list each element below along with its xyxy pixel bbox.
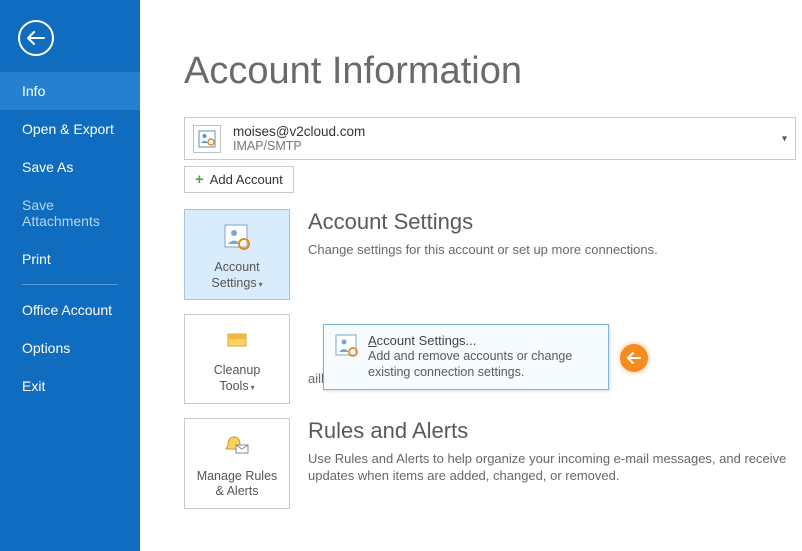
manage-rules-label2: & Alerts [215, 484, 258, 498]
arrow-left-icon [627, 352, 641, 364]
flyout-title: Account Settings... [368, 333, 598, 348]
nav-item-options[interactable]: Options [0, 329, 140, 367]
annotation-pointer [620, 344, 648, 372]
nav-item-save-as[interactable]: Save As [0, 148, 140, 186]
rules-alerts-heading: Rules and Alerts [308, 418, 798, 444]
rules-alerts-icon [220, 429, 254, 463]
nav-item-office-account[interactable]: Office Account [0, 291, 140, 329]
plus-icon: + [195, 171, 204, 188]
nav-item-info[interactable]: Info [0, 72, 140, 110]
account-settings-button[interactable]: Account Settings▾ [184, 209, 290, 300]
account-settings-icon [220, 220, 254, 254]
account-selector[interactable]: moises@v2cloud.com IMAP/SMTP ▾ [184, 117, 796, 160]
nav-item-open-export[interactable]: Open & Export [0, 110, 140, 148]
dropdown-caret-icon: ▾ [782, 133, 787, 144]
account-settings-heading: Account Settings [308, 209, 798, 235]
account-settings-label1: Account [214, 260, 259, 274]
sidebar: Info Open & Export Save As Save Attachme… [0, 0, 140, 551]
cleanup-tools-label2: Tools [219, 379, 248, 393]
account-icon [193, 125, 221, 153]
nav-separator [22, 284, 118, 285]
page-title: Account Information [184, 50, 802, 93]
add-account-button[interactable]: + Add Account [184, 166, 294, 193]
rules-alerts-desc: Use Rules and Alerts to help organize yo… [308, 450, 798, 485]
cleanup-tools-label1: Cleanup [214, 363, 261, 377]
account-settings-desc: Change settings for this account or set … [308, 241, 798, 259]
back-button[interactable] [18, 20, 54, 56]
account-settings-flyout-item[interactable]: Account Settings... Add and remove accou… [323, 324, 609, 390]
flyout-desc: Add and remove accounts or change existi… [368, 348, 598, 381]
nav-item-save-attachments: Save Attachments [0, 186, 140, 240]
section-account-settings: Account Settings▾ Account Settings Chang… [184, 209, 802, 300]
nav-item-exit[interactable]: Exit [0, 367, 140, 405]
cleanup-tools-icon [220, 325, 254, 359]
cleanup-tools-button[interactable]: Cleanup Tools▾ [184, 314, 290, 403]
section-rules-alerts: Manage Rules & Alerts Rules and Alerts U… [184, 418, 802, 509]
flyout-icon [334, 333, 360, 381]
arrow-left-icon [27, 31, 45, 45]
add-account-label: Add Account [210, 172, 283, 187]
main-content: Account Information moises@v2cloud.com I… [140, 0, 802, 551]
nav-item-print[interactable]: Print [0, 240, 140, 278]
chevron-down-icon: ▾ [259, 280, 263, 289]
account-protocol: IMAP/SMTP [233, 139, 365, 153]
manage-rules-label1: Manage Rules [197, 469, 278, 483]
account-settings-label2: Settings [211, 276, 256, 290]
chevron-down-icon: ▾ [251, 383, 255, 392]
user-settings-icon [198, 130, 216, 148]
manage-rules-alerts-button[interactable]: Manage Rules & Alerts [184, 418, 290, 509]
account-email: moises@v2cloud.com [233, 124, 365, 139]
